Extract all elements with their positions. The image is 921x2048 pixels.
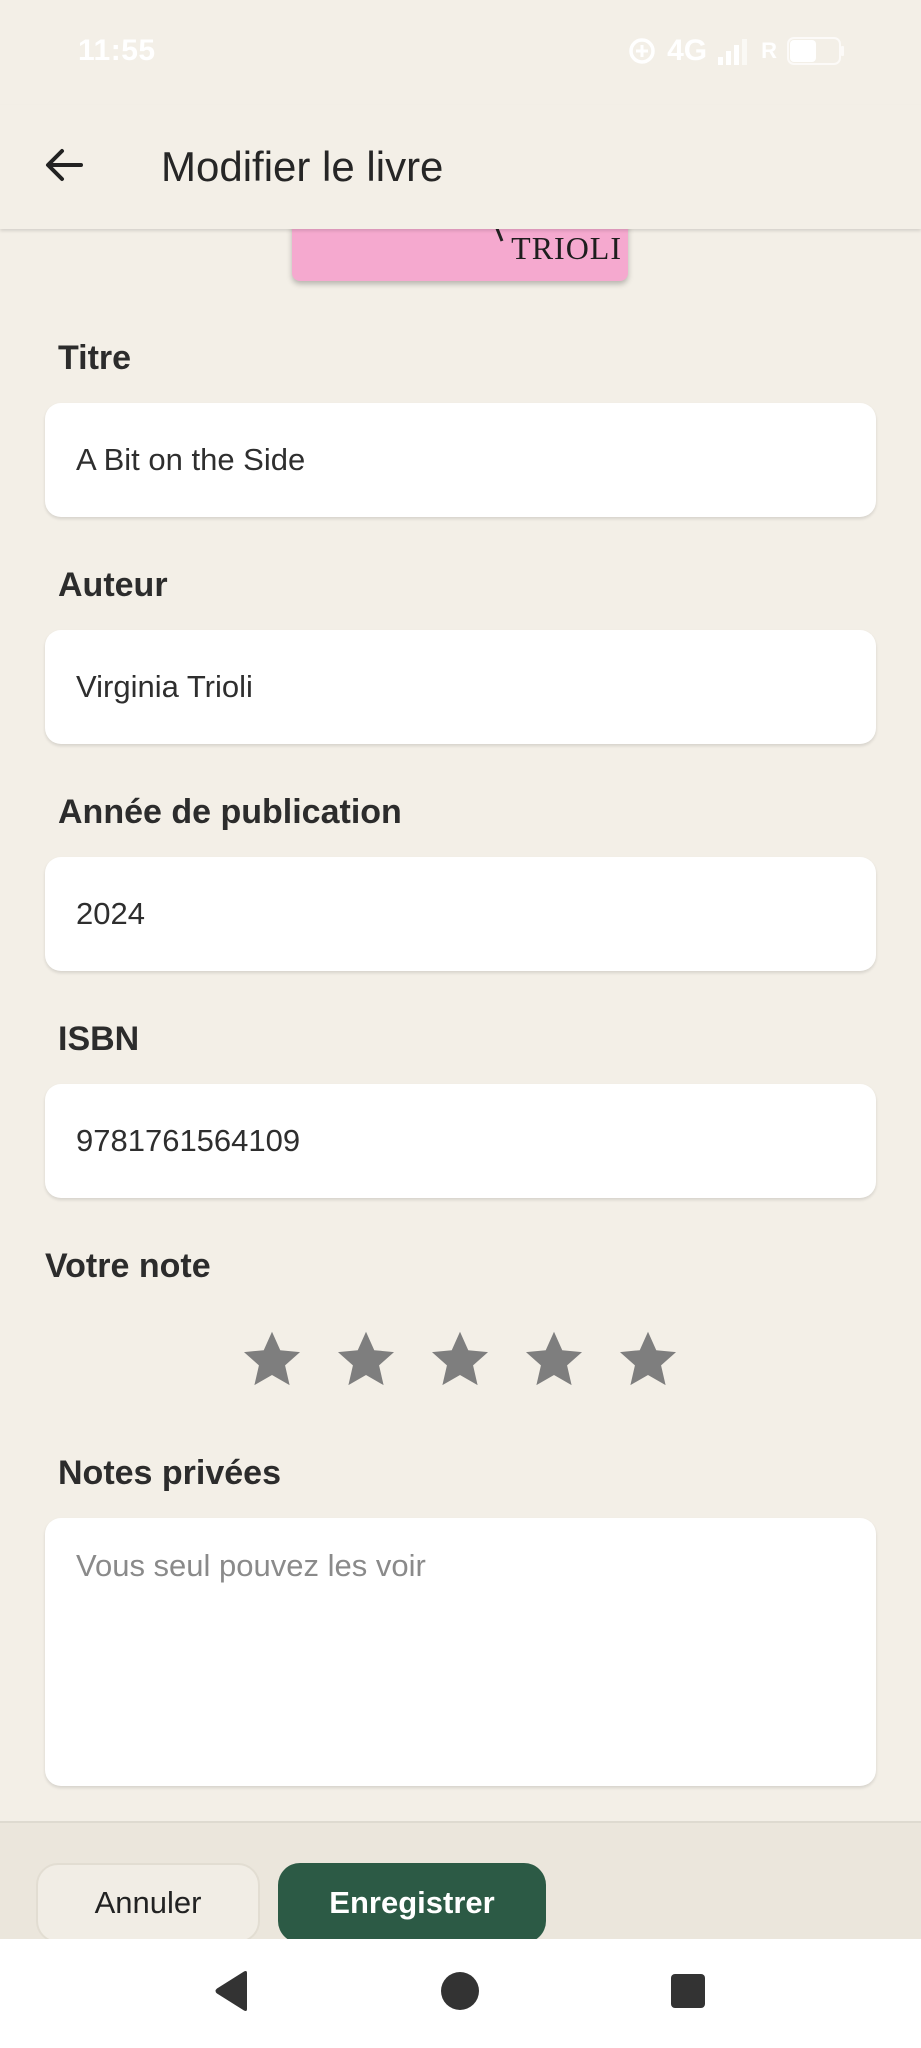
arrow-left-icon	[43, 144, 85, 191]
notes-textarea[interactable]: Vous seul pouvez les voir	[45, 1518, 876, 1786]
star-icon[interactable]	[240, 1327, 304, 1391]
screen: 11:55 4G R Modifier le livre TRIOLI Titr…	[0, 0, 921, 2048]
action-bar: Annuler Enregistrer	[0, 1821, 921, 1943]
star-icon[interactable]	[428, 1327, 492, 1391]
back-button[interactable]	[30, 133, 98, 201]
notes-label: Notes privées	[58, 1454, 281, 1492]
cover-author-text: TRIOLI	[511, 230, 622, 266]
status-icons: 4G R	[627, 34, 845, 68]
roaming-indicator: R	[761, 38, 777, 63]
star-icon[interactable]	[616, 1327, 680, 1391]
data-saver-icon	[627, 36, 657, 66]
page-title: Modifier le livre	[161, 143, 444, 190]
battery-icon	[787, 37, 845, 65]
rating-stars	[240, 1327, 680, 1391]
status-time: 11:55	[78, 34, 156, 67]
system-nav-bar	[0, 1939, 921, 2048]
star-icon[interactable]	[522, 1327, 586, 1391]
triangle-back-icon	[211, 1969, 251, 2018]
square-recents-icon	[670, 1973, 706, 2014]
isbn-label: ISBN	[58, 1020, 140, 1058]
rating-label: Votre note	[45, 1247, 211, 1285]
nav-recents-button[interactable]	[660, 1965, 716, 2021]
status-bar: 11:55 4G R	[0, 0, 921, 105]
year-label: Année de publication	[58, 793, 402, 831]
network-type: 4G	[667, 34, 708, 67]
author-label: Auteur	[58, 566, 168, 604]
form-content[interactable]: TRIOLI Titre A Bit on the Side Auteur Vi…	[0, 229, 921, 1821]
app-bar: Modifier le livre	[0, 105, 921, 229]
cancel-button[interactable]: Annuler	[36, 1863, 260, 1943]
author-input[interactable]: Virginia Trioli	[45, 630, 876, 744]
circle-home-icon	[440, 1971, 480, 2016]
book-cover[interactable]: TRIOLI	[292, 229, 628, 281]
title-input[interactable]: A Bit on the Side	[45, 403, 876, 517]
save-button[interactable]: Enregistrer	[278, 1863, 546, 1943]
year-input[interactable]: 2024	[45, 857, 876, 971]
isbn-input[interactable]: 9781761564109	[45, 1084, 876, 1198]
star-icon[interactable]	[334, 1327, 398, 1391]
signal-icon	[717, 37, 751, 65]
nav-home-button[interactable]	[432, 1965, 488, 2021]
nav-back-button[interactable]	[203, 1965, 259, 2021]
title-label: Titre	[58, 339, 132, 377]
